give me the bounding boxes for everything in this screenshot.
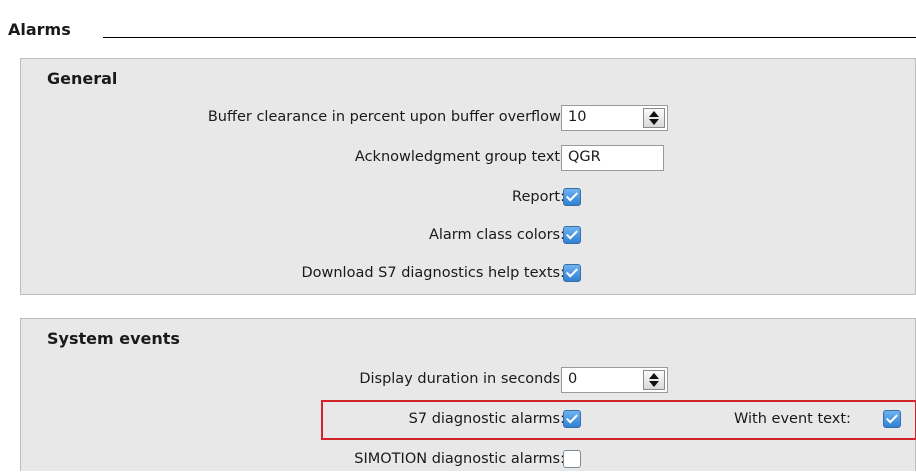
s7-diagnostic-alarms-row: S7 diagnostic alarms: With event text: bbox=[21, 407, 916, 435]
spin-up-arrow-icon[interactable] bbox=[649, 111, 659, 117]
buffer-clearance-row: Buffer clearance in percent upon buffer … bbox=[21, 105, 916, 133]
simotion-diagnostic-alarms-checkbox[interactable] bbox=[563, 450, 581, 468]
ack-group-text-value[interactable]: QGR bbox=[568, 149, 601, 165]
spin-down-arrow-icon[interactable] bbox=[649, 119, 659, 125]
download-s7-help-row: Download S7 diagnostics help texts: bbox=[21, 261, 916, 289]
section-divider bbox=[103, 37, 916, 38]
spin-up-down-icon[interactable] bbox=[643, 370, 665, 390]
alarm-class-colors-checkbox[interactable] bbox=[563, 226, 581, 244]
ack-group-text-row: Acknowledgment group text: QGR bbox=[21, 145, 916, 173]
download-s7-help-checkbox[interactable] bbox=[563, 264, 581, 282]
spin-up-down-icon[interactable] bbox=[643, 108, 665, 128]
alarm-class-colors-row: Alarm class colors: bbox=[21, 223, 916, 251]
display-duration-label: Display duration in seconds: bbox=[359, 371, 565, 387]
download-s7-help-label: Download S7 diagnostics help texts: bbox=[301, 265, 565, 281]
buffer-clearance-label: Buffer clearance in percent upon buffer … bbox=[207, 109, 565, 125]
system-events-group-title: System events bbox=[47, 329, 180, 348]
report-label: Report: bbox=[512, 189, 565, 205]
buffer-clearance-value[interactable]: 10 bbox=[568, 109, 586, 125]
ack-group-text-label: Acknowledgment group text: bbox=[354, 149, 565, 165]
with-event-text-checkbox[interactable] bbox=[883, 410, 901, 428]
system-events-group: System events Display duration in second… bbox=[20, 318, 916, 471]
with-event-text-label: With event text: bbox=[734, 411, 851, 427]
display-duration-row: Display duration in seconds: 0 bbox=[21, 367, 916, 395]
spin-down-arrow-icon[interactable] bbox=[649, 381, 659, 387]
general-group-title: General bbox=[47, 69, 118, 88]
display-duration-value[interactable]: 0 bbox=[568, 371, 577, 387]
ack-group-text-input[interactable]: QGR bbox=[561, 145, 664, 171]
spin-up-arrow-icon[interactable] bbox=[649, 373, 659, 379]
s7-diagnostic-alarms-label: S7 diagnostic alarms: bbox=[408, 411, 565, 427]
general-group: General Buffer clearance in percent upon… bbox=[20, 58, 916, 295]
alarm-class-colors-label: Alarm class colors: bbox=[428, 227, 565, 243]
simotion-diagnostic-alarms-label: SIMOTION diagnostic alarms: bbox=[354, 451, 565, 467]
display-duration-spinner[interactable]: 0 bbox=[561, 367, 668, 393]
s7-diagnostic-alarms-checkbox[interactable] bbox=[563, 410, 581, 428]
report-row: Report: bbox=[21, 185, 916, 213]
report-checkbox[interactable] bbox=[563, 188, 581, 206]
alarms-section-title: Alarms bbox=[8, 20, 71, 39]
buffer-clearance-spinner[interactable]: 10 bbox=[561, 105, 668, 131]
